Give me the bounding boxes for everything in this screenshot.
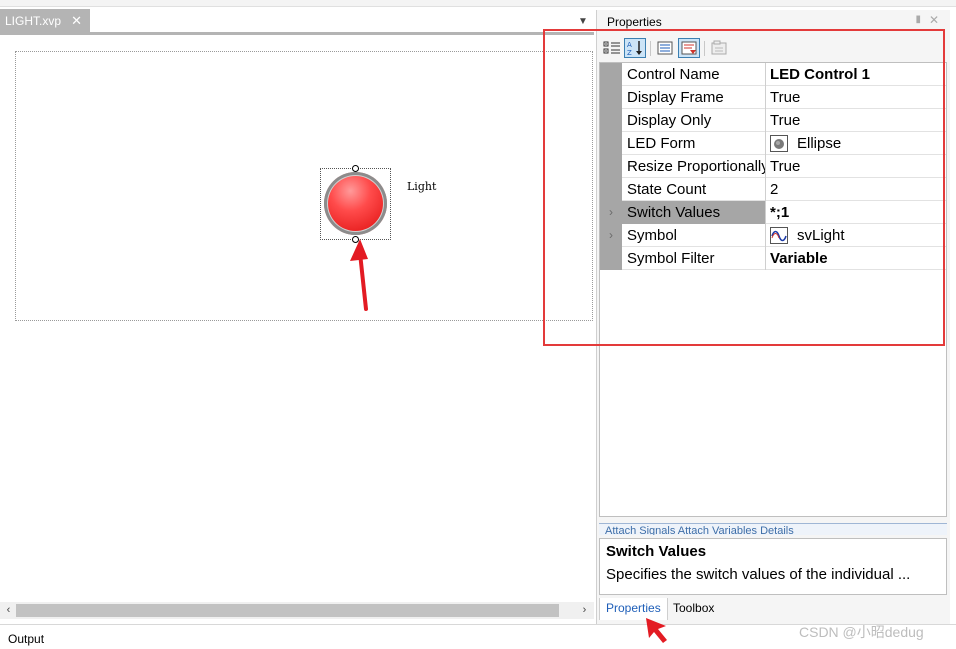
- scrollbar-thumb[interactable]: [16, 604, 559, 617]
- output-label: Output: [8, 632, 45, 646]
- categorized-button[interactable]: [601, 38, 623, 58]
- symbol-wave-icon: [770, 227, 788, 244]
- pin-icon[interactable]: ▮: [915, 14, 921, 25]
- annotation-arrow-icon: [350, 239, 368, 311]
- property-name: LED Form: [622, 132, 766, 155]
- properties-header: Properties ▮ ✕: [597, 10, 951, 32]
- events-view-button[interactable]: [678, 38, 700, 58]
- property-name: Symbol: [622, 224, 766, 247]
- watermark: CSDN @小昭dedug: [799, 624, 924, 640]
- property-grid[interactable]: Control Name LED Control 1 Display Frame…: [599, 62, 947, 517]
- resize-handle-top[interactable]: [352, 165, 359, 172]
- property-row-symbol-filter[interactable]: Symbol Filter Variable: [600, 247, 946, 270]
- property-name: Display Frame: [622, 86, 766, 109]
- description-title: Switch Values: [606, 543, 707, 560]
- document-tab[interactable]: LIGHT.xvp ✕: [0, 9, 90, 32]
- events-list-icon: [681, 41, 697, 55]
- property-row-led-form[interactable]: LED Form Ellipse: [600, 132, 946, 155]
- scroll-right-icon[interactable]: ›: [577, 603, 592, 618]
- form-frame: [15, 51, 593, 321]
- annotation-arrow-icon: [646, 618, 667, 643]
- horizontal-scrollbar[interactable]: ‹ ›: [0, 602, 594, 619]
- properties-pane: Properties ▮ ✕ A Z Control Name LED Cont…: [596, 10, 950, 624]
- expand-icon[interactable]: ›: [600, 224, 622, 247]
- property-name: Resize Proportionally: [622, 155, 766, 178]
- property-value[interactable]: Ellipse: [766, 132, 946, 155]
- property-value[interactable]: *;1: [766, 201, 946, 224]
- expand-icon[interactable]: ›: [600, 201, 622, 224]
- property-name: Switch Values: [622, 201, 766, 224]
- svg-text:Z: Z: [627, 49, 632, 56]
- categorized-icon: [603, 41, 620, 54]
- property-pages-icon: [711, 40, 727, 55]
- property-name: Display Only: [622, 109, 766, 132]
- property-tabs-strip[interactable]: Attach Signals Attach Variables Details: [599, 523, 947, 535]
- alphabetical-button[interactable]: A Z: [624, 38, 646, 58]
- description-text: Specifies the switch values of the indiv…: [606, 566, 911, 583]
- tab-toolbox[interactable]: Toolbox: [667, 598, 720, 620]
- property-row-control-name[interactable]: Control Name LED Control 1: [600, 63, 946, 86]
- led-control-selection[interactable]: [320, 165, 391, 243]
- property-row-display-only[interactable]: Display Only True: [600, 109, 946, 132]
- ellipse-icon: [770, 135, 788, 152]
- property-value[interactable]: True: [766, 109, 946, 132]
- properties-view-button[interactable]: [654, 38, 676, 58]
- property-value[interactable]: svLight: [766, 224, 946, 247]
- property-row-state-count[interactable]: State Count 2: [600, 178, 946, 201]
- property-name: Control Name: [622, 63, 766, 86]
- property-value[interactable]: True: [766, 155, 946, 178]
- close-icon[interactable]: ✕: [71, 13, 82, 29]
- property-row-switch-values[interactable]: › Switch Values *;1: [600, 201, 946, 224]
- led-label: Light: [407, 180, 437, 193]
- svg-text:A: A: [627, 41, 632, 49]
- property-row-display-frame[interactable]: Display Frame True: [600, 86, 946, 109]
- design-canvas[interactable]: Light: [0, 35, 594, 602]
- property-name: State Count: [622, 178, 766, 201]
- document-tab-label: LIGHT.xvp: [5, 13, 62, 28]
- properties-title: Properties: [607, 15, 662, 29]
- property-value[interactable]: LED Control 1: [766, 63, 946, 86]
- property-value[interactable]: 2: [766, 178, 946, 201]
- top-strip: [0, 0, 956, 7]
- close-icon[interactable]: ✕: [929, 13, 939, 27]
- property-row-resize-proportionally[interactable]: Resize Proportionally True: [600, 155, 946, 178]
- led-control[interactable]: [324, 172, 387, 235]
- sort-alphabetical-icon: A Z: [627, 41, 642, 56]
- scroll-left-icon[interactable]: ‹: [1, 603, 16, 618]
- property-value[interactable]: True: [766, 86, 946, 109]
- property-pages-button[interactable]: [708, 38, 730, 58]
- properties-toolbar: A Z: [601, 37, 947, 61]
- property-row-symbol[interactable]: › Symbol svLight: [600, 224, 946, 247]
- property-value[interactable]: Variable: [766, 247, 946, 270]
- list-icon: [657, 41, 673, 55]
- description-panel: Switch Values Specifies the switch value…: [599, 538, 947, 595]
- property-name: Symbol Filter: [622, 247, 766, 270]
- chevron-down-icon[interactable]: ▼: [577, 16, 589, 27]
